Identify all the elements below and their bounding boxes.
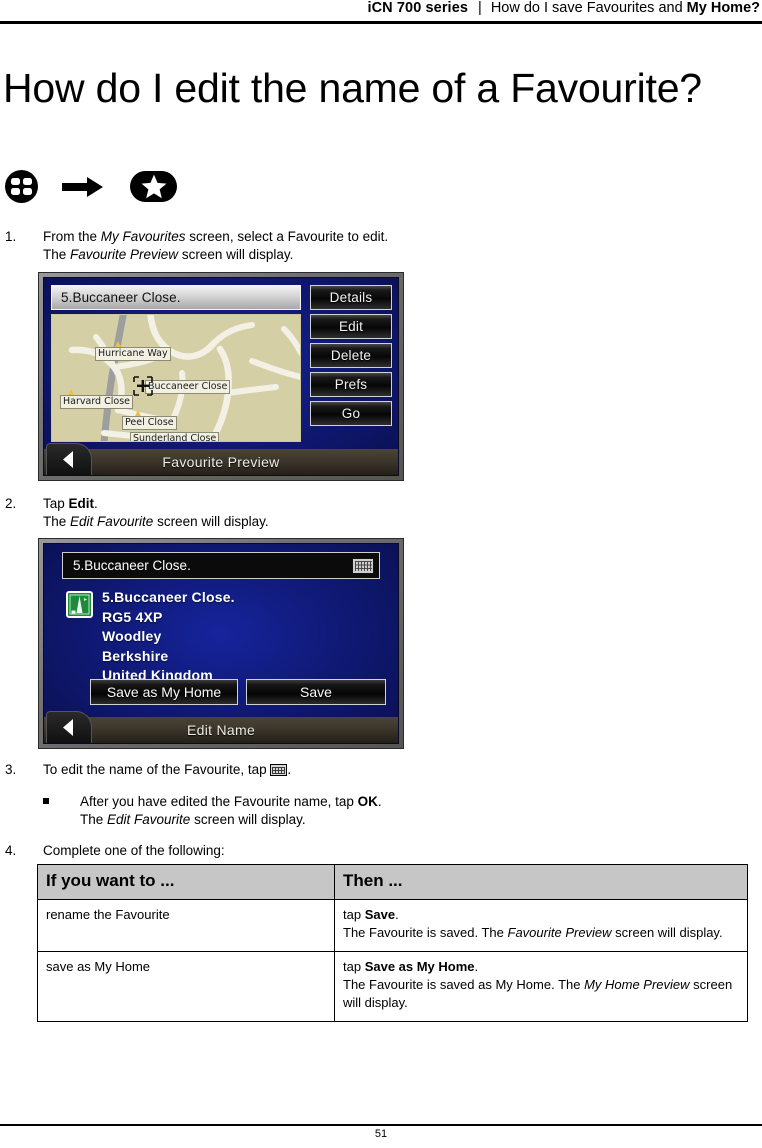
map-label: Buccaneer Close xyxy=(145,380,231,394)
table-cell-then: tap Save as My Home. The Favourite is sa… xyxy=(334,950,748,1022)
step-2-body: Tap Edit. The Edit Favourite screen will… xyxy=(43,495,605,531)
icon-breadcrumb xyxy=(5,170,177,203)
address-line: Berkshire xyxy=(102,647,169,664)
step-1-number: 1. xyxy=(5,229,17,244)
step-4-number: 4. xyxy=(5,843,17,858)
map-label: Hurricane Way xyxy=(95,347,171,361)
back-button[interactable] xyxy=(46,711,92,743)
step-2-line-1: Tap Edit. xyxy=(43,496,98,511)
favourite-name-bar[interactable]: 5.Buccaneer Close. xyxy=(51,285,301,310)
step-1-line-1: From the My Favourites screen, select a … xyxy=(43,229,389,244)
then-line-1: tap Save as My Home. xyxy=(343,958,479,974)
step-1: 1. From the My Favourites screen, select… xyxy=(5,228,605,264)
step-3-number: 3. xyxy=(5,762,17,777)
go-button[interactable]: Go xyxy=(310,401,392,426)
header-separator: | xyxy=(478,0,482,16)
table-cell-want: rename the Favourite xyxy=(37,899,335,952)
back-chevron-icon xyxy=(62,451,73,468)
step-4: 4. Complete one of the following: xyxy=(5,842,605,860)
step-3-text: To edit the name of the Favourite, tap xyxy=(43,762,271,777)
table-header-if-you-want-to: If you want to ... xyxy=(37,864,335,900)
bullet-line-1: After you have edited the Favourite name… xyxy=(80,794,382,809)
favourite-address-block: 5.Buccaneer Close. RG5 4XP Woodley Berks… xyxy=(102,588,235,686)
bullet-body: After you have edited the Favourite name… xyxy=(80,793,625,829)
step-2-number: 2. xyxy=(5,496,17,511)
step-3-text-end: . xyxy=(287,762,292,777)
header-topic-label: How do I save Favourites and My Home? xyxy=(490,0,760,16)
address-line: Woodley xyxy=(102,628,162,644)
table-header-then: Then ... xyxy=(334,864,748,900)
bullet-marker xyxy=(43,798,49,804)
footer-divider xyxy=(0,1124,762,1126)
step-1-line-2: The Favourite Preview screen will displa… xyxy=(43,247,294,263)
then-line-1: tap Save. xyxy=(343,907,399,922)
table-cell-then: tap Save. The Favourite is saved. The Fa… xyxy=(334,899,748,952)
favourite-preview-screenshot: 5.Buccaneer Close. Hurricane Way Buccane… xyxy=(38,272,404,481)
header-series-label: iCN 700 series xyxy=(367,0,469,16)
edit-button[interactable]: Edit xyxy=(310,314,392,339)
map-view[interactable]: Hurricane Way Buccaneer Close Harvard Cl… xyxy=(51,314,301,442)
favourite-preview-screen: 5.Buccaneer Close. Hurricane Way Buccane… xyxy=(43,277,399,476)
map-label: Peel Close xyxy=(122,416,177,430)
bullet-sub-step: After you have edited the Favourite name… xyxy=(5,793,625,829)
favourite-name-field[interactable]: 5.Buccaneer Close. xyxy=(62,552,380,579)
address-line: 5.Buccaneer Close. xyxy=(102,589,235,605)
preview-action-buttons: Details Edit Delete Prefs Go xyxy=(310,285,392,426)
table-cell-want: save as My Home xyxy=(37,950,335,1022)
step-2: 2. Tap Edit. The Edit Favourite screen w… xyxy=(5,495,605,531)
address-line: RG5 4XP xyxy=(102,608,163,625)
screen-status-bar: Edit Name xyxy=(44,717,398,743)
step-3: 3. To edit the name of the Favourite, ta… xyxy=(5,761,605,779)
map-label: Harvard Close xyxy=(60,395,133,409)
then-line-2: The Favourite is saved as My Home. The M… xyxy=(343,976,733,1010)
header-divider xyxy=(0,21,762,24)
edit-favourite-screen: 5.Buccaneer Close. 5.Buccaneer Close. RG… xyxy=(43,543,399,744)
then-line-2: The Favourite is saved. The Favourite Pr… xyxy=(343,924,723,940)
options-table: If you want to ... Then ... rename the F… xyxy=(37,864,748,1022)
table-row: save as My Home tap Save as My Home. The… xyxy=(37,950,748,1022)
table-header-row: If you want to ... Then ... xyxy=(37,864,748,900)
favourite-name-value: 5.Buccaneer Close. xyxy=(73,558,191,573)
running-header: iCN 700 series | How do I save Favourite… xyxy=(0,0,762,22)
star-icon xyxy=(130,171,177,202)
step-3-body: To edit the name of the Favourite, tap . xyxy=(43,761,605,779)
page-number: 51 xyxy=(374,1128,388,1140)
prefs-button[interactable]: Prefs xyxy=(310,372,392,397)
bullet-line-2: The Edit Favourite screen will display. xyxy=(80,812,306,828)
table-row: rename the Favourite tap Save. The Favou… xyxy=(37,899,748,952)
back-chevron-icon xyxy=(62,719,73,736)
road-sign-icon xyxy=(66,591,93,618)
map-label: Sunderland Close xyxy=(130,432,220,441)
save-button[interactable]: Save xyxy=(246,679,386,705)
step-1-body: From the My Favourites screen, select a … xyxy=(43,228,605,264)
map-crosshair-icon xyxy=(133,376,153,396)
keyboard-icon xyxy=(270,764,288,776)
edit-favourite-screenshot: 5.Buccaneer Close. 5.Buccaneer Close. RG… xyxy=(38,538,404,749)
back-button[interactable] xyxy=(46,443,92,475)
menu-grid-icon xyxy=(5,170,38,203)
page-title: How do I edit the name of a Favourite? xyxy=(3,65,702,112)
delete-button[interactable]: Delete xyxy=(310,343,392,368)
save-as-my-home-button[interactable]: Save as My Home xyxy=(90,679,238,705)
screen-status-bar: Favourite Preview xyxy=(44,449,398,475)
step-4-body: Complete one of the following: xyxy=(43,843,225,858)
arrow-right-icon xyxy=(60,170,106,203)
keyboard-icon[interactable] xyxy=(352,557,374,574)
details-button[interactable]: Details xyxy=(310,285,392,310)
edit-action-buttons: Save as My Home Save xyxy=(67,679,386,705)
step-2-line-2: The Edit Favourite screen will display. xyxy=(43,514,269,530)
